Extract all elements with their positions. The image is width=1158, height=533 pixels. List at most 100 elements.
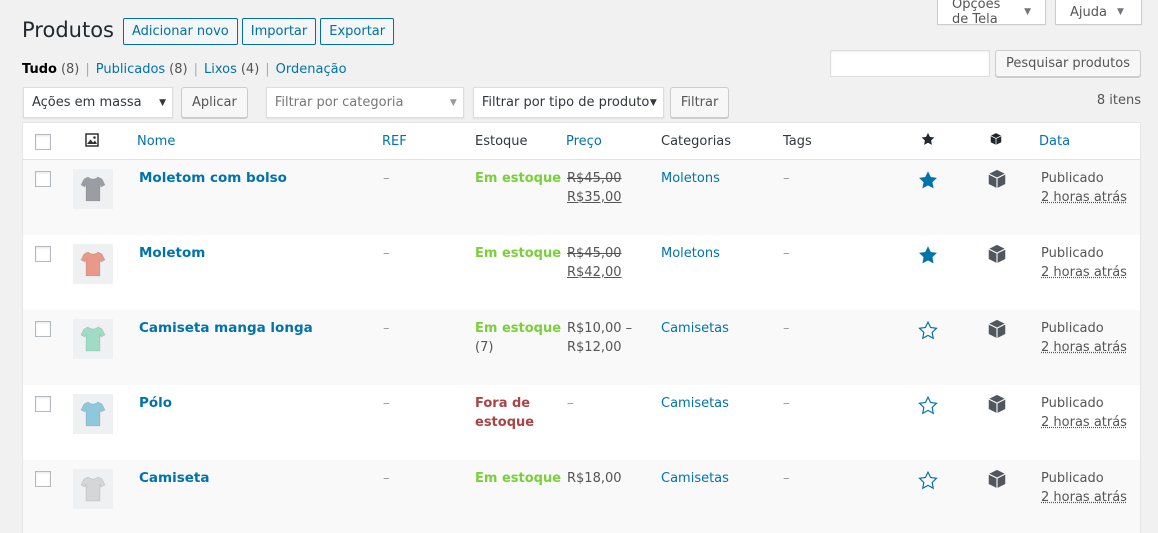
product-type-icon: [986, 318, 1008, 344]
publish-status: Publicado: [1041, 246, 1104, 261]
product-category-link[interactable]: Camisetas: [661, 319, 729, 338]
star-filled-icon[interactable]: [918, 170, 938, 194]
import-button[interactable]: Importar: [241, 18, 317, 45]
row-checkbox[interactable]: [35, 171, 51, 187]
bulk-actions-select[interactable]: Ações em massa ▼: [23, 87, 173, 118]
product-stock: Em estoque: [475, 469, 561, 488]
product-tags: –: [783, 321, 790, 336]
column-name-header[interactable]: Nome: [137, 132, 175, 151]
category-filter-value: Filtrar por categoria: [274, 95, 404, 110]
row-checkbox[interactable]: [35, 321, 51, 337]
product-price: R$10,00 – R$12,00: [567, 319, 632, 357]
price: –: [567, 396, 574, 411]
product-date: Publicado 2 horas atrás: [1041, 244, 1127, 282]
star-outline-icon[interactable]: [918, 395, 938, 419]
search-input[interactable]: [829, 50, 990, 77]
table-row: Moletom com bolso – Em estoque R$45,00 R$35,…: [23, 160, 1140, 235]
product-category-link[interactable]: Camisetas: [661, 469, 729, 488]
stock-status: Em estoque: [475, 246, 562, 261]
table-row: Camiseta manga longa – Em estoque (7) R$10,0…: [23, 310, 1140, 385]
view-published-link[interactable]: Publicados: [96, 62, 165, 77]
product-type-filter-select[interactable]: Filtrar por tipo de produto ▼: [472, 87, 664, 118]
search-box: Pesquisar produtos: [829, 50, 1141, 77]
product-category-link[interactable]: Moletons: [661, 244, 720, 263]
product-thumbnail[interactable]: [73, 244, 113, 284]
screen-options-label: Opções de Tela: [952, 0, 1001, 27]
table-body: Moletom com bolso – Em estoque R$45,00 R$35,…: [23, 160, 1140, 533]
publish-date: 2 horas atrás: [1041, 265, 1127, 280]
product-name-link[interactable]: Camiseta: [139, 469, 209, 488]
product-price: R$18,00: [567, 469, 622, 488]
shirt-icon: [80, 326, 106, 352]
star-filled-icon[interactable]: [918, 245, 938, 269]
product-sku: –: [383, 396, 390, 411]
product-thumbnail[interactable]: [73, 319, 113, 359]
add-new-button[interactable]: Adicionar novo: [123, 18, 238, 45]
product-sku: –: [383, 171, 390, 186]
shirt-icon: [80, 176, 106, 202]
column-tags-header: Tags: [783, 134, 812, 149]
row-checkbox[interactable]: [35, 246, 51, 262]
select-all-checkbox[interactable]: [35, 134, 51, 150]
apply-button[interactable]: Aplicar: [181, 87, 248, 118]
product-type-icon: [989, 132, 1003, 152]
sale-price: R$35,00: [567, 190, 622, 205]
view-trash-count: (4): [240, 62, 260, 77]
help-button[interactable]: Ajuda ▼: [1055, 0, 1142, 25]
image-icon: [85, 133, 99, 153]
star-outline-icon[interactable]: [918, 320, 938, 344]
product-name-link[interactable]: Moletom com bolso: [139, 169, 287, 188]
star-outline-icon[interactable]: [918, 470, 938, 494]
product-name-link[interactable]: Pólo: [139, 394, 172, 413]
product-stock: Em estoque: [475, 244, 561, 263]
export-button[interactable]: Exportar: [320, 18, 395, 45]
chevron-down-icon: ▼: [1116, 7, 1124, 17]
publish-status: Publicado: [1041, 396, 1104, 411]
product-thumbnail[interactable]: [73, 169, 113, 209]
star-icon[interactable]: [921, 132, 935, 152]
column-sku-header[interactable]: REF: [382, 132, 407, 151]
publish-date: 2 horas atrás: [1041, 190, 1127, 205]
publish-date: 2 horas atrás: [1041, 340, 1127, 355]
product-type-filter-value: Filtrar por tipo de produto: [481, 95, 650, 110]
product-sku: –: [383, 321, 390, 336]
title-actions: Adicionar novo Importar Exportar: [123, 18, 395, 45]
product-name-link[interactable]: Moletom: [139, 244, 205, 263]
product-price: R$45,00 R$35,00: [567, 169, 622, 207]
tablenav-top: Ações em massa ▼ Aplicar Filtrar por cat…: [23, 87, 730, 118]
product-category-link[interactable]: Moletons: [661, 169, 720, 188]
column-date-header[interactable]: Data: [1039, 132, 1070, 151]
row-checkbox[interactable]: [35, 396, 51, 412]
column-price-header[interactable]: Preço: [566, 132, 602, 151]
product-type-icon: [986, 168, 1008, 194]
column-categories-header: Categorias: [661, 134, 732, 149]
product-category-link[interactable]: Camisetas: [661, 394, 729, 413]
filter-button[interactable]: Filtrar: [669, 87, 730, 118]
bulk-actions-value: Ações em massa: [32, 95, 142, 110]
view-all-link[interactable]: Tudo: [22, 62, 57, 77]
product-price: –: [567, 394, 574, 413]
screen-options-button[interactable]: Opções de Tela ▼: [937, 0, 1046, 27]
view-trash-link[interactable]: Lixos: [204, 62, 237, 77]
product-thumbnail[interactable]: [73, 394, 113, 434]
product-date: Publicado 2 horas atrás: [1041, 169, 1127, 207]
stock-quantity: (7): [475, 340, 494, 355]
view-sorting-link[interactable]: Ordenação: [276, 62, 347, 77]
product-date: Publicado 2 horas atrás: [1041, 319, 1127, 357]
items-count: 8 itens: [1096, 93, 1141, 108]
search-button[interactable]: Pesquisar produtos: [994, 50, 1141, 77]
category-filter-select[interactable]: Filtrar por categoria ▼: [265, 87, 464, 118]
regular-price: R$45,00: [567, 171, 622, 186]
product-type-icon: [986, 243, 1008, 269]
price-max: R$12,00: [567, 340, 622, 355]
product-sku: –: [383, 246, 390, 261]
product-thumbnail[interactable]: [73, 469, 113, 509]
view-published-count: (8): [169, 62, 188, 77]
publish-status: Publicado: [1041, 471, 1104, 486]
regular-price: R$45,00: [567, 246, 622, 261]
product-tags: –: [783, 471, 790, 486]
screen-meta-links: Opções de Tela ▼ Ajuda ▼: [937, 0, 1142, 27]
row-checkbox[interactable]: [35, 471, 51, 487]
column-stock-header: Estoque: [475, 134, 528, 149]
product-name-link[interactable]: Camiseta manga longa: [139, 319, 313, 338]
